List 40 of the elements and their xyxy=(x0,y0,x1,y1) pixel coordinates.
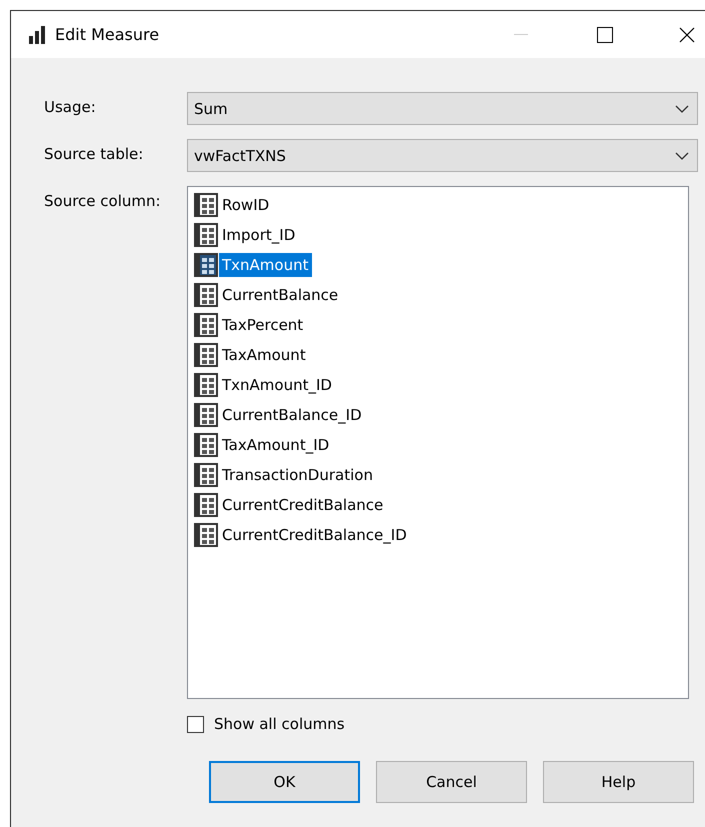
column-icon xyxy=(194,493,218,517)
column-icon xyxy=(194,223,218,247)
column-list-item[interactable]: TransactionDuration xyxy=(219,463,376,487)
checkbox-label: Show all columns xyxy=(214,715,345,733)
source-column-label: Source column: xyxy=(44,191,162,210)
column-icon xyxy=(194,193,218,217)
column-list-item[interactable]: TxnAmount xyxy=(219,253,312,277)
dialog-button[interactable]: Cancel xyxy=(376,761,527,803)
column-list-item[interactable]: TxnAmount_ID xyxy=(219,373,335,397)
bar-chart-icon xyxy=(29,26,45,44)
column-icon xyxy=(194,253,218,277)
column-list-item[interactable]: CurrentBalance_ID xyxy=(219,403,365,427)
column-icon xyxy=(194,403,218,427)
maximize-icon[interactable] xyxy=(597,26,613,42)
column-list-item[interactable]: CurrentCreditBalance xyxy=(219,493,386,517)
window-title: Edit Measure xyxy=(55,25,160,44)
column-icon xyxy=(194,343,218,367)
column-icon xyxy=(194,463,218,487)
checkbox[interactable] xyxy=(187,716,204,732)
dialog-button[interactable]: OK xyxy=(209,761,360,803)
dialog-button[interactable]: Help xyxy=(543,761,694,803)
column-icon xyxy=(194,283,218,307)
column-list-item[interactable]: Import_ID xyxy=(219,223,298,247)
column-list-item[interactable]: TaxPercent xyxy=(219,313,306,337)
usage-label: Usage: xyxy=(44,97,97,116)
usage-dropdown[interactable]: Sum xyxy=(187,92,698,125)
column-list-item[interactable]: CurrentCreditBalance_ID xyxy=(219,523,410,547)
column-icon xyxy=(194,373,218,397)
close-icon[interactable] xyxy=(679,26,695,42)
column-list-item[interactable]: RowID xyxy=(219,193,272,217)
column-list-item[interactable]: TaxAmount_ID xyxy=(219,433,332,457)
chevron-down-icon xyxy=(675,104,689,112)
chevron-down-icon xyxy=(675,152,689,160)
source-table-dropdown[interactable]: vwFactTXNS xyxy=(187,139,698,172)
column-icon xyxy=(194,433,218,457)
column-list-item[interactable]: CurrentBalance xyxy=(219,283,342,307)
column-icon xyxy=(194,523,218,547)
source-table-label: Source table: xyxy=(44,144,144,163)
column-list-item[interactable]: TaxAmount xyxy=(219,343,309,367)
column-icon xyxy=(194,313,218,337)
